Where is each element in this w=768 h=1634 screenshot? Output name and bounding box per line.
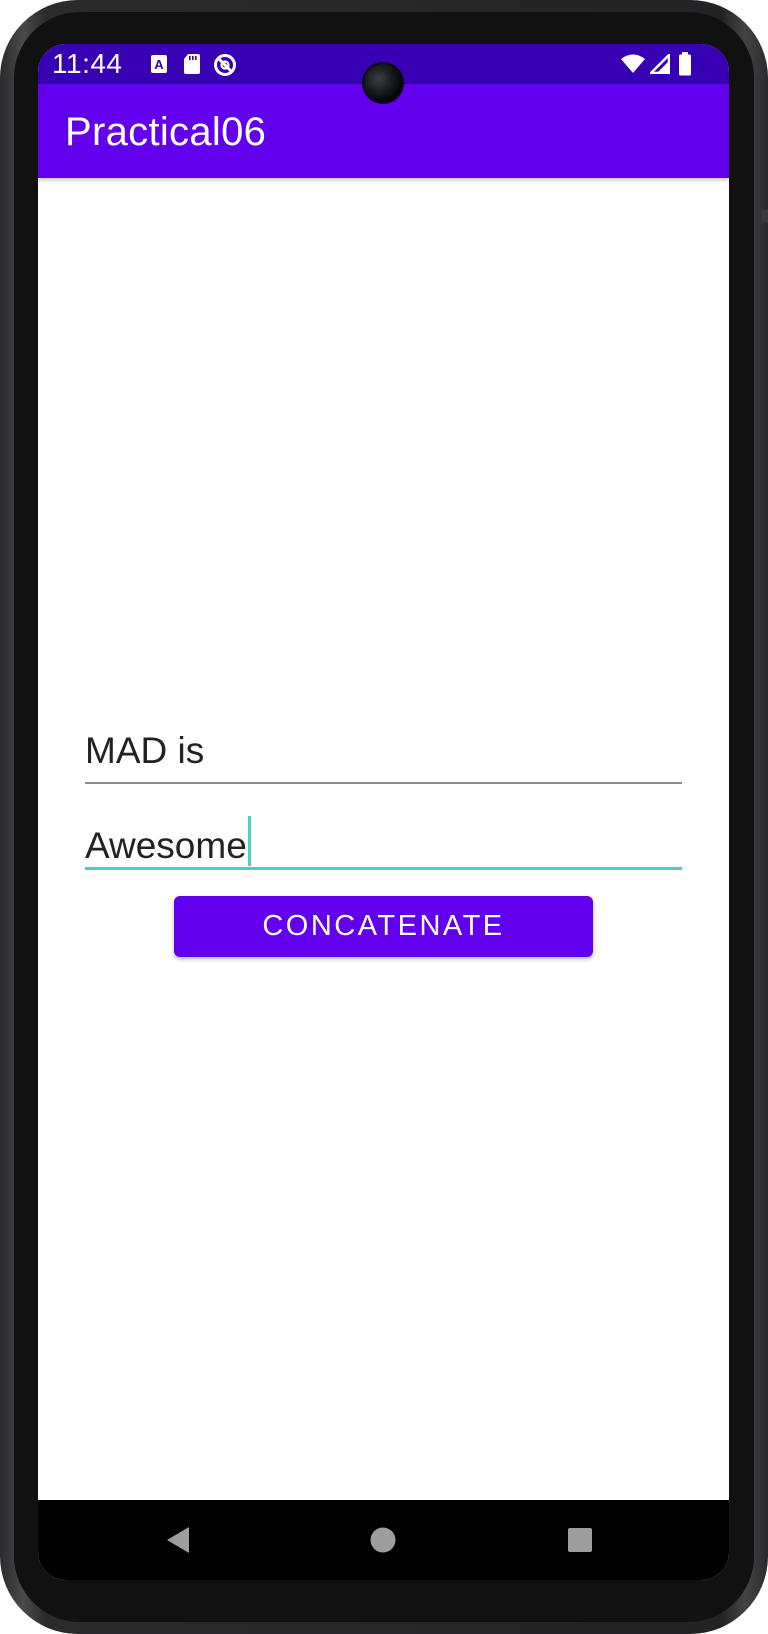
text-cursor: [247, 816, 251, 866]
wifi-icon: [620, 54, 646, 79]
recents-icon: [568, 1528, 592, 1552]
svg-text:A: A: [154, 57, 164, 72]
second-input-underline: [85, 867, 682, 870]
first-text-input[interactable]: MAD is: [85, 728, 682, 784]
status-time: 11:44: [52, 48, 123, 79]
device-frame: 11:44 A Practical06 MAD is Awesome CONCA…: [0, 0, 768, 1634]
concatenate-button[interactable]: CONCATENATE: [174, 896, 593, 957]
second-text-value: Awesome: [85, 825, 247, 866]
first-text-value: MAD is: [85, 730, 205, 771]
do-not-disturb-icon: [213, 53, 237, 82]
battery-icon: [678, 52, 692, 81]
navigation-bar: [38, 1500, 729, 1580]
text-a-icon: A: [150, 53, 168, 80]
recents-button[interactable]: [540, 1500, 620, 1580]
cellular-signal-icon: [649, 53, 671, 79]
sd-card-icon: [183, 53, 201, 80]
home-button[interactable]: [343, 1500, 423, 1580]
back-icon: [167, 1527, 189, 1553]
phone-screen: 11:44 A Practical06 MAD is Awesome CONCA…: [38, 44, 729, 1580]
front-camera: [364, 64, 402, 102]
second-text-input[interactable]: Awesome: [85, 814, 682, 870]
second-text-wrapper: Awesome: [85, 816, 251, 867]
first-input-underline: [85, 782, 682, 784]
back-button[interactable]: [138, 1500, 218, 1580]
volume-button: [762, 210, 768, 222]
home-icon: [370, 1527, 396, 1553]
app-title: Practical06: [65, 110, 267, 154]
